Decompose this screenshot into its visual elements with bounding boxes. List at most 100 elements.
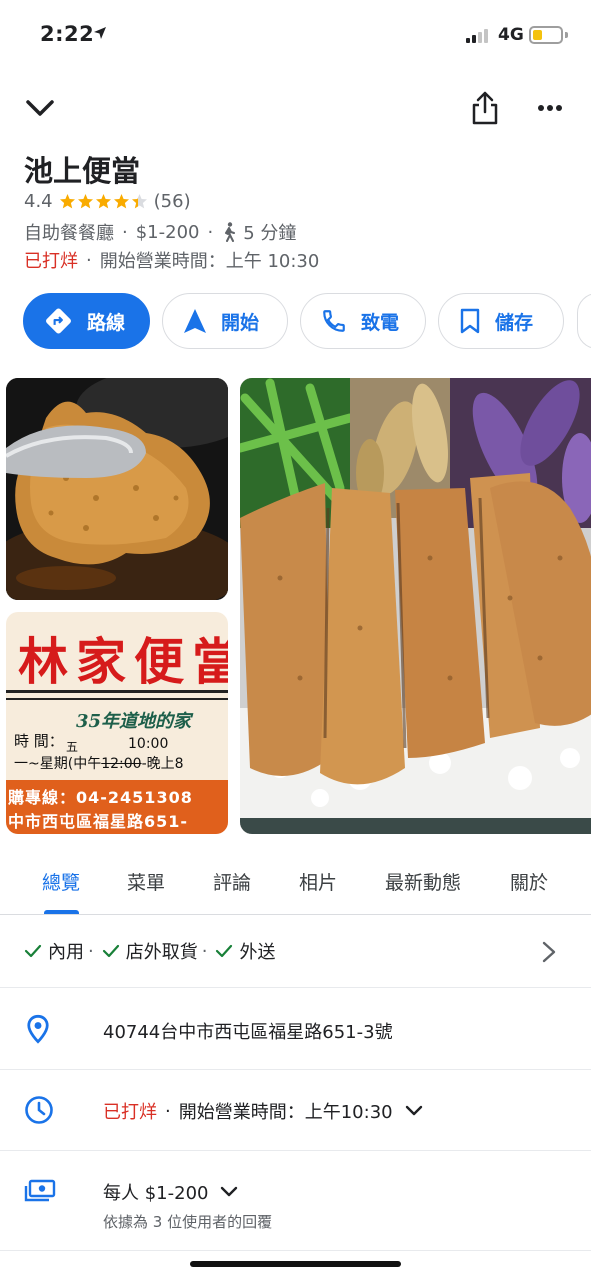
check-icon bbox=[24, 944, 42, 958]
check-icon bbox=[102, 944, 119, 958]
separator-dot: · bbox=[88, 940, 94, 962]
rating-stars bbox=[59, 193, 148, 210]
sign-hours-struck: 12:00 bbox=[101, 756, 142, 772]
status-bar: 2:22 4G bbox=[0, 0, 591, 70]
star-icon bbox=[113, 194, 129, 209]
home-indicator bbox=[190, 1261, 401, 1267]
service-dine-in: 內用 bbox=[48, 942, 84, 963]
save-label: 儲存 bbox=[495, 311, 534, 334]
service-takeout: 店外取貨 bbox=[125, 942, 198, 963]
rating-row[interactable]: 4.4 (56) bbox=[24, 191, 191, 212]
battery-icon bbox=[529, 26, 563, 44]
address-row[interactable]: 40744台中市西屯區福星路651-3號 bbox=[0, 988, 591, 1070]
directions-button[interactable]: 路線 bbox=[23, 293, 150, 349]
star-icon bbox=[131, 194, 147, 209]
place-title: 池上便當 bbox=[24, 154, 141, 188]
walk-time: 5 分鐘 bbox=[243, 223, 297, 244]
separator-dot: · bbox=[165, 1100, 171, 1122]
start-button[interactable]: 開始 bbox=[162, 293, 288, 349]
sign-time-note: 10:00 bbox=[128, 736, 169, 752]
separator-dot: · bbox=[86, 249, 92, 271]
closed-status: 已打烊 bbox=[24, 251, 78, 272]
clock-icon bbox=[25, 1096, 53, 1124]
share-icon[interactable] bbox=[470, 90, 500, 126]
collapse-chevron-icon[interactable] bbox=[24, 94, 56, 122]
start-label: 開始 bbox=[221, 311, 260, 334]
action-chips: 路線 開始 致電 儲存 bbox=[23, 293, 564, 349]
price-row[interactable]: 每人 $1-200 依據為 3 位使用者的回覆 bbox=[0, 1151, 591, 1251]
tab-reviews[interactable]: 評論 bbox=[213, 868, 251, 895]
category-label: 自助餐餐廳 bbox=[24, 223, 114, 244]
call-button[interactable]: 致電 bbox=[300, 293, 426, 349]
price-per-person: 每人 $1-200 bbox=[103, 1183, 209, 1204]
review-count: (56) bbox=[153, 191, 191, 212]
tab-about[interactable]: 關於 bbox=[510, 868, 548, 895]
location-pin-icon bbox=[27, 1014, 49, 1044]
hours-closed-status: 已打烊 bbox=[103, 1102, 157, 1123]
call-label: 致電 bbox=[361, 311, 400, 334]
photo-pork-chop-bento[interactable] bbox=[240, 378, 591, 834]
sign-hours-part3: -晚上8 bbox=[141, 756, 184, 772]
sign-title: 林家便當 bbox=[18, 632, 228, 691]
battery-tip bbox=[565, 32, 568, 38]
photo-shop-sign[interactable]: 林家便當 35年道地的家 時 間： 五 10:00 一~星期(中午12:00-晚… bbox=[6, 612, 228, 834]
tab-photos[interactable]: 相片 bbox=[299, 868, 337, 895]
status-time: 2:22 bbox=[40, 22, 95, 46]
phone-icon bbox=[323, 310, 345, 332]
separator-dot: · bbox=[201, 940, 208, 962]
tab-overview[interactable]: 總覽 bbox=[42, 868, 80, 895]
sign-hours-line: 一~星期(中午12:00-晚上8 bbox=[14, 753, 184, 773]
separator-dot: · bbox=[207, 221, 214, 243]
active-tab-indicator bbox=[44, 910, 79, 914]
sign-phone: 購專線：04-2451308 bbox=[8, 788, 193, 807]
hours-summary-row: 已打烊 · 開始營業時間：上午 10:30 bbox=[24, 247, 319, 273]
sign-address: 中市西屯區福星路651- bbox=[8, 812, 189, 831]
hours-open-time: 開始營業時間：上午10:30 bbox=[178, 1102, 393, 1123]
network-type: 4G bbox=[498, 25, 524, 45]
tab-menu[interactable]: 菜單 bbox=[127, 868, 165, 895]
bookmark-icon bbox=[460, 308, 480, 334]
chevron-right-icon bbox=[542, 941, 556, 963]
sign-hours-part1: 一~星期 bbox=[14, 756, 68, 772]
star-icon bbox=[59, 194, 75, 209]
sign-subtitle: 35年道地的家 bbox=[76, 711, 192, 732]
service-delivery: 外送 bbox=[239, 942, 276, 963]
directions-label: 路線 bbox=[86, 311, 125, 334]
price-range: $1-200 bbox=[135, 221, 200, 243]
sign-hours-part2: (中午 bbox=[67, 756, 102, 772]
opening-time: 開始營業時間：上午 10:30 bbox=[99, 251, 320, 272]
more-options-icon[interactable] bbox=[537, 104, 563, 112]
photo-fried-chicken[interactable] bbox=[6, 378, 228, 600]
save-button[interactable]: 儲存 bbox=[438, 293, 564, 349]
money-icon bbox=[24, 1179, 56, 1202]
service-options-row[interactable]: 內用 · 店外取貨 · 外送 bbox=[0, 916, 591, 988]
signal-icon bbox=[466, 28, 488, 43]
chevron-down-icon[interactable] bbox=[220, 1186, 238, 1198]
fried-chicken-image bbox=[6, 378, 228, 600]
sign-contact-band: 購專線：04-2451308 中市西屯區福星路651- bbox=[6, 780, 228, 834]
sign-hours-label: 時 間： bbox=[14, 732, 64, 750]
address-text: 40744台中市西屯區福星路651-3號 bbox=[103, 1022, 393, 1043]
tab-updates[interactable]: 最新動態 bbox=[385, 868, 461, 895]
chevron-down-icon[interactable] bbox=[405, 1105, 423, 1117]
walking-icon bbox=[225, 222, 236, 242]
navigation-arrow-icon bbox=[184, 309, 206, 333]
star-icon bbox=[77, 194, 93, 209]
hours-row[interactable]: 已打烊 · 開始營業時間：上午10:30 bbox=[0, 1070, 591, 1151]
sign-divider bbox=[6, 690, 228, 693]
check-icon bbox=[216, 944, 233, 958]
separator-dot: · bbox=[122, 221, 128, 243]
service-options: 內用 · 店外取貨 · 外送 bbox=[24, 938, 275, 964]
price-note: 依據為 3 位使用者的回覆 bbox=[103, 1213, 273, 1231]
location-arrow-icon bbox=[94, 27, 106, 39]
category-row: 自助餐餐廳 · $1-200 · 5 分鐘 bbox=[24, 219, 296, 245]
star-icon bbox=[95, 194, 111, 209]
share-chip-peek[interactable] bbox=[577, 293, 591, 349]
hours-text: 已打烊 · 開始營業時間：上午10:30 bbox=[103, 1098, 423, 1124]
directions-icon bbox=[46, 308, 71, 334]
bento-image bbox=[240, 378, 591, 834]
price-text: 每人 $1-200 bbox=[103, 1179, 238, 1205]
tab-bar: 總覽 菜單 評論 相片 最新動態 關於 bbox=[0, 860, 591, 915]
rating-value: 4.4 bbox=[24, 191, 53, 212]
sign-divider bbox=[6, 698, 228, 700]
